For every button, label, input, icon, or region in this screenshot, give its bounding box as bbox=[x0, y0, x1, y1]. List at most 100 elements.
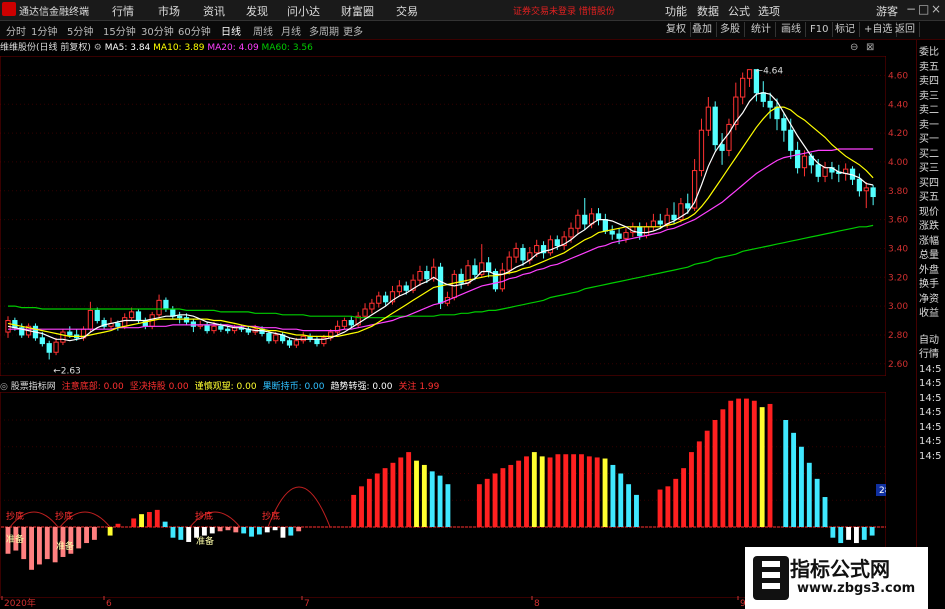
date-tick: 7 bbox=[304, 599, 310, 609]
prepare-label: 准备 bbox=[196, 535, 214, 547]
period-tab-2[interactable]: 5分钟 bbox=[67, 23, 93, 38]
toolbar-button-3[interactable]: 统计 bbox=[747, 22, 776, 37]
period-tab-8[interactable]: 月线 bbox=[281, 23, 301, 38]
price-tick: 2.80 bbox=[888, 331, 908, 341]
period-tab-7[interactable]: 周线 bbox=[253, 23, 273, 38]
current-value: 28.09 bbox=[879, 486, 886, 496]
candlestick-chart[interactable]: ←4.64 ←2.63 bbox=[0, 56, 886, 376]
right-menu-item-2[interactable]: 公式 bbox=[728, 3, 750, 19]
quote-field-27: 14:5 bbox=[919, 450, 942, 462]
candle bbox=[190, 319, 197, 333]
candle bbox=[245, 326, 251, 335]
indicator-bar bbox=[162, 521, 168, 527]
menu-item-4[interactable]: 问小达 bbox=[287, 3, 320, 19]
toolbar-button-2[interactable]: 多股 bbox=[716, 22, 745, 37]
indicator-bar bbox=[76, 527, 82, 549]
indicator-bar bbox=[359, 486, 364, 527]
candle bbox=[822, 161, 828, 183]
quote-field-8: 买三 bbox=[919, 163, 939, 174]
menu-item-0[interactable]: 行情 bbox=[112, 3, 134, 19]
candle bbox=[650, 213, 657, 232]
indicator-settings-icon[interactable]: ◎ bbox=[0, 382, 11, 392]
period-tab-3[interactable]: 15分钟 bbox=[103, 23, 136, 38]
candle bbox=[760, 81, 766, 108]
indicator-bar bbox=[791, 432, 797, 527]
date-tick: 2020年 bbox=[4, 597, 36, 609]
menu-item-6[interactable]: 交易 bbox=[396, 3, 418, 19]
candle bbox=[726, 118, 732, 157]
date-tick: 8 bbox=[534, 599, 540, 609]
indicator-bar bbox=[720, 409, 726, 527]
price-tick: 3.40 bbox=[888, 244, 908, 254]
close-icon[interactable]: × bbox=[931, 2, 941, 16]
candle bbox=[719, 133, 725, 165]
indicator-bar bbox=[366, 478, 372, 527]
right-menu-item-0[interactable]: 功能 bbox=[665, 3, 687, 19]
period-tab-6[interactable]: 日线 bbox=[221, 23, 241, 38]
price-tick: 4.40 bbox=[888, 100, 908, 110]
period-tab-10[interactable]: 更多 bbox=[343, 23, 363, 38]
indicator-bar bbox=[209, 527, 215, 534]
toolbar-button-5[interactable]: F10 bbox=[806, 22, 834, 37]
indicator-bar bbox=[547, 457, 553, 527]
indicator-bar bbox=[429, 471, 435, 527]
price-tick: 3.60 bbox=[888, 216, 908, 226]
candle bbox=[46, 340, 52, 360]
stock-name[interactable]: 维维股份(日线 前复权) bbox=[0, 43, 91, 53]
maximize-icon[interactable]: □ bbox=[918, 2, 929, 16]
ma60-label: MA60: 3.56 bbox=[261, 43, 313, 53]
indicator-bar bbox=[736, 398, 742, 527]
settings-icon[interactable]: ⚙ bbox=[94, 43, 105, 53]
quote-field-23: 14:5 bbox=[919, 392, 942, 404]
window-minimize-icon[interactable]: ⊖ bbox=[850, 42, 858, 53]
indicator-bar bbox=[154, 509, 160, 527]
period-tab-4[interactable]: 30分钟 bbox=[141, 23, 174, 38]
toolbar-button-8[interactable]: 返回 bbox=[891, 22, 920, 37]
quote-field-14: 总量 bbox=[919, 250, 939, 261]
watermark-url: www.zbgs3.com bbox=[797, 581, 916, 596]
menu-item-2[interactable]: 资讯 bbox=[203, 3, 225, 19]
toolbar-button-4[interactable]: 画线 bbox=[777, 22, 806, 37]
bottom-signal-label: 抄底 bbox=[195, 510, 213, 522]
menu-item-5[interactable]: 财富圈 bbox=[341, 3, 374, 19]
indicator-bar bbox=[36, 527, 42, 565]
indicator-bar bbox=[838, 527, 844, 544]
candle bbox=[94, 307, 100, 324]
candle bbox=[163, 297, 169, 312]
indicator-bar bbox=[539, 456, 545, 527]
ma20-line bbox=[8, 148, 874, 332]
toolbar-button-1[interactable]: 叠加 bbox=[688, 22, 717, 37]
candle bbox=[225, 326, 231, 334]
indicator-name[interactable]: 股票指标网 bbox=[11, 382, 56, 392]
indicator-bar bbox=[563, 454, 569, 527]
toolbar-button-6[interactable]: 标记 bbox=[831, 22, 860, 37]
period-tab-9[interactable]: 多周期 bbox=[309, 23, 339, 38]
quote-field-15: 外盘 bbox=[919, 264, 939, 276]
minimize-icon[interactable]: − bbox=[906, 2, 916, 16]
indicator-bar bbox=[201, 527, 207, 536]
menu-item-1[interactable]: 市场 bbox=[158, 3, 180, 19]
menu-item-3[interactable]: 发现 bbox=[246, 3, 268, 19]
guest-label[interactable]: 游客 bbox=[876, 3, 898, 19]
quote-field-4: 卖二 bbox=[919, 105, 939, 116]
indicator-bar bbox=[555, 454, 561, 527]
period-tab-1[interactable]: 1分钟 bbox=[31, 23, 57, 38]
toolbar-button-0[interactable]: 复权 bbox=[662, 22, 691, 37]
panel-close-icon[interactable]: ⊠ bbox=[866, 42, 874, 53]
candle bbox=[492, 268, 499, 292]
quote-field-2: 卖四 bbox=[919, 76, 939, 87]
candle bbox=[547, 235, 554, 256]
right-menu-item-3[interactable]: 选项 bbox=[758, 3, 780, 19]
period-tab-0[interactable]: 分时 bbox=[6, 23, 26, 38]
indicator-bar bbox=[170, 527, 176, 538]
quote-field-6: 买一 bbox=[919, 134, 939, 145]
login-notice[interactable]: 证券交易未登录 惜惜股份 bbox=[513, 4, 615, 17]
indicator-bar bbox=[406, 452, 412, 527]
candle bbox=[142, 317, 148, 330]
indicator-bar bbox=[814, 478, 820, 527]
period-tab-5[interactable]: 60分钟 bbox=[178, 23, 211, 38]
candle bbox=[801, 150, 808, 177]
indicator-bar bbox=[91, 527, 97, 540]
right-menu-item-1[interactable]: 数据 bbox=[697, 3, 719, 19]
indicator-bar bbox=[618, 473, 624, 527]
